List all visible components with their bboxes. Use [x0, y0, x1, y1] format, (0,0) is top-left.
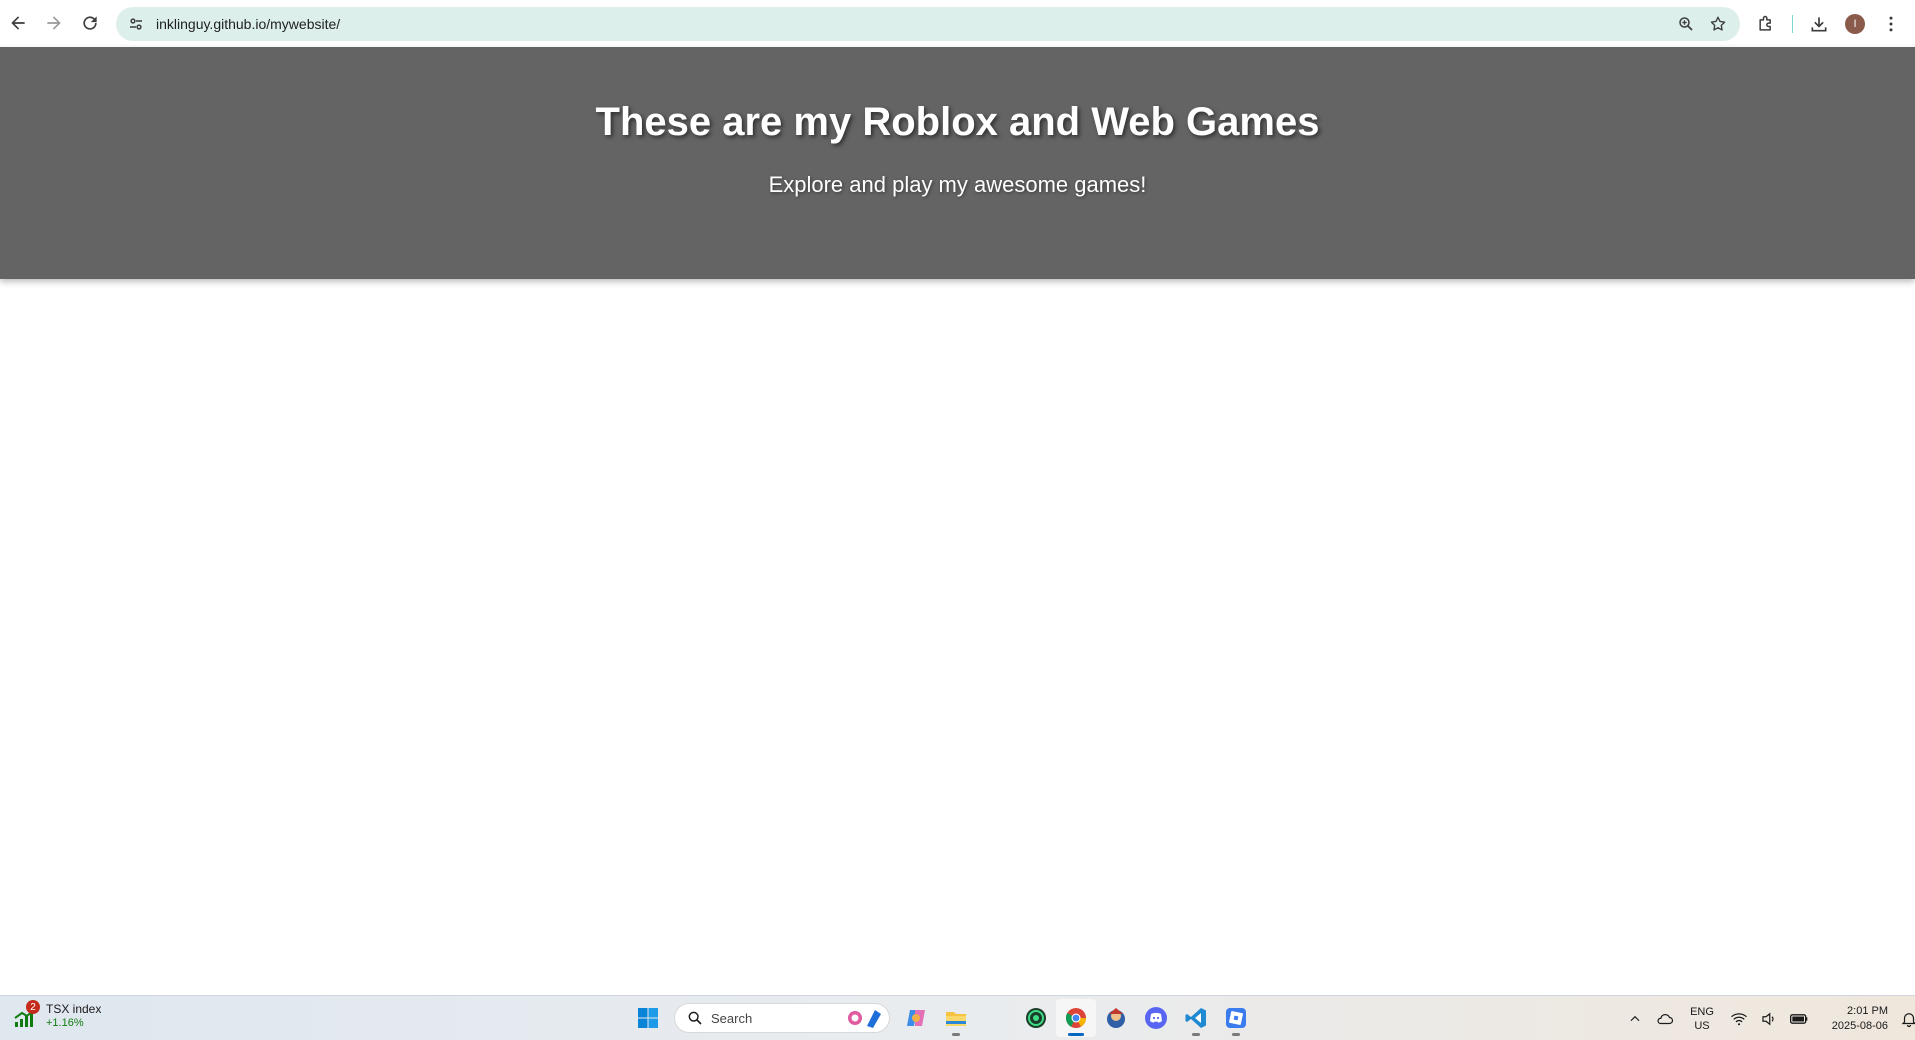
widget-change: +1.16% — [46, 1017, 84, 1029]
taskbar-search[interactable]: Search — [674, 1003, 890, 1033]
widgets-button[interactable]: 2 TSX index +1.16% — [12, 1000, 102, 1030]
running-indicator — [1068, 1033, 1084, 1036]
copilot-button[interactable] — [896, 999, 936, 1037]
running-indicator — [1232, 1033, 1240, 1036]
web-page: These are my Roblox and Web Games Explor… — [0, 47, 1915, 995]
zoom-icon[interactable] — [1670, 8, 1702, 40]
game-app-button[interactable] — [1096, 999, 1136, 1037]
clock[interactable]: 2:01 PM 2025-08-06 — [1822, 1004, 1888, 1034]
page-header: These are my Roblox and Web Games Explor… — [0, 47, 1915, 279]
vscode-icon — [1185, 1008, 1206, 1028]
discord-button[interactable] — [1136, 999, 1176, 1037]
avatar: I — [1845, 14, 1865, 34]
search-placeholder: Search — [711, 1010, 753, 1026]
toolbar-actions: I — [1748, 6, 1909, 42]
onedrive-icon[interactable] — [1650, 996, 1680, 1040]
green-app-icon — [1026, 1008, 1046, 1028]
roblox-icon — [1226, 1008, 1246, 1028]
folder-icon — [946, 1012, 966, 1026]
forward-button[interactable] — [36, 5, 72, 41]
clock-time: 2:01 PM — [1847, 1004, 1888, 1017]
url-text[interactable]: inklinguy.github.io/mywebsite/ — [156, 16, 340, 32]
language-indicator[interactable]: ENG US — [1680, 1005, 1724, 1033]
roblox-button[interactable] — [1216, 999, 1256, 1037]
profile-button[interactable]: I — [1837, 6, 1873, 42]
stock-chart-icon: 2 — [12, 1000, 40, 1030]
arrow-left-icon — [11, 16, 25, 30]
file-explorer-button[interactable] — [936, 999, 976, 1037]
game-app-icon — [1107, 1008, 1125, 1028]
widget-title: TSX index — [46, 1002, 102, 1016]
region-code: US — [1694, 1019, 1710, 1032]
wifi-icon[interactable] — [1724, 996, 1754, 1040]
page-title: These are my Roblox and Web Games — [595, 100, 1320, 144]
start-button[interactable] — [628, 999, 668, 1037]
running-indicator — [952, 1033, 960, 1036]
downloads-icon[interactable] — [1801, 6, 1837, 42]
back-button[interactable] — [0, 5, 36, 41]
page-subtitle: Explore and play my awesome games! — [768, 172, 1147, 197]
search-highlight-icon — [843, 1006, 883, 1030]
windows-start-icon — [638, 1008, 658, 1028]
screen: inklinguy.github.io/mywebsite/ I These a… — [0, 0, 1915, 1040]
chrome-button[interactable] — [1056, 999, 1096, 1037]
clock-date: 2025-08-06 — [1831, 1019, 1888, 1032]
address-bar[interactable]: inklinguy.github.io/mywebsite/ — [116, 7, 1740, 41]
notification-bell-icon[interactable] — [1894, 996, 1915, 1040]
arrow-right-icon — [47, 16, 61, 30]
discord-icon — [1145, 1007, 1167, 1029]
chevron-up-icon[interactable] — [1620, 996, 1650, 1040]
extensions-icon[interactable] — [1748, 6, 1784, 42]
more-menu-icon[interactable] — [1873, 6, 1909, 42]
reload-button[interactable] — [72, 5, 108, 41]
vscode-button[interactable] — [1176, 999, 1216, 1037]
search-icon — [681, 1010, 709, 1026]
volume-icon[interactable] — [1754, 996, 1784, 1040]
bookmark-star-icon[interactable] — [1702, 8, 1734, 40]
taskbar-apps: Search — [628, 999, 1256, 1037]
reload-icon — [83, 16, 97, 30]
notification-badge: 2 — [26, 1000, 40, 1014]
copilot-icon — [907, 1010, 925, 1026]
site-info-icon[interactable] — [120, 8, 152, 40]
battery-icon[interactable] — [1784, 996, 1814, 1040]
green-app-button[interactable] — [1016, 999, 1056, 1037]
windows-taskbar: 2 TSX index +1.16% Search ENG US 2:01 PM… — [0, 995, 1915, 1040]
language-code: ENG — [1690, 1005, 1714, 1018]
toolbar-divider — [1792, 15, 1793, 33]
system-tray: ENG US 2:01 PM 2025-08-06 — [1620, 996, 1915, 1040]
chrome-icon — [1065, 1008, 1087, 1028]
browser-toolbar: inklinguy.github.io/mywebsite/ I — [0, 0, 1915, 47]
running-indicator — [1192, 1033, 1200, 1036]
